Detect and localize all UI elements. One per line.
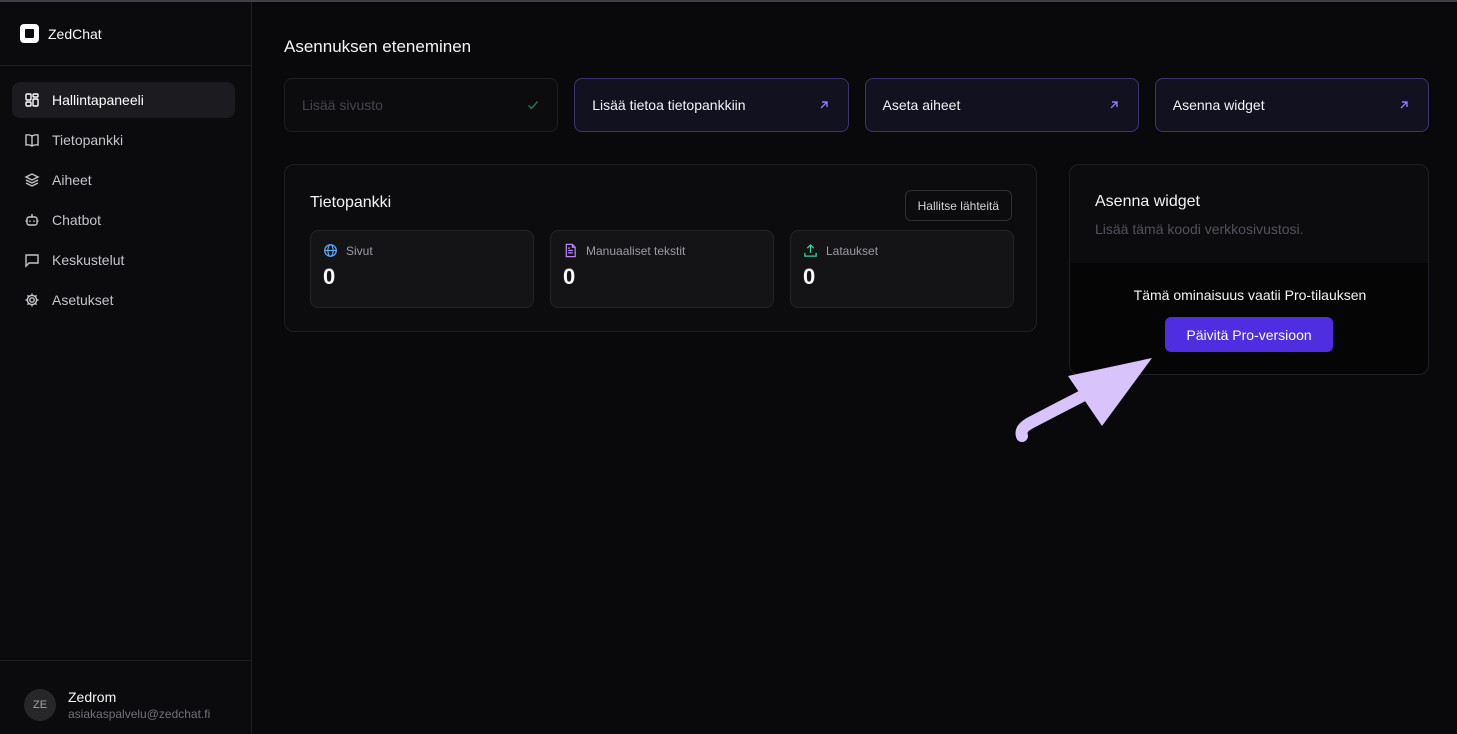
stat-card-uploads: Lataukset 0 <box>790 230 1014 308</box>
sidebar-item-label: Chatbot <box>52 212 102 228</box>
upgrade-pro-button[interactable]: Päivitä Pro-versioon <box>1165 317 1333 352</box>
step-label: Lisää sivusto <box>302 97 383 113</box>
step-add-knowledge[interactable]: Lisää tietoa tietopankkiin <box>574 78 849 132</box>
zedchat-logo-icon <box>20 24 39 43</box>
stat-card-pages: Sivut 0 <box>310 230 534 308</box>
check-icon <box>528 101 539 110</box>
widget-description: Lisää tämä koodi verkkosivustosi. <box>1095 221 1304 237</box>
bot-icon <box>25 214 39 226</box>
gear-icon <box>25 293 39 307</box>
stat-label: Sivut <box>346 243 373 258</box>
stat-card-manual-texts: Manuaaliset tekstit 0 <box>550 230 774 308</box>
stat-value: 0 <box>803 264 816 289</box>
stat-label: Manuaaliset tekstit <box>586 243 686 258</box>
stat-value: 0 <box>563 264 576 289</box>
step-label: Asenna widget <box>1172 97 1265 113</box>
sidebar-nav: Hallintapaneeli Tietopankki Aiheet Chatb… <box>12 82 235 322</box>
user-name: Zedrom <box>68 689 117 705</box>
stat-label: Lataukset <box>826 243 879 258</box>
brand[interactable]: ZedChat <box>20 24 102 43</box>
arrow-up-right-icon <box>1110 101 1118 109</box>
arrow-up-right-icon <box>820 101 828 109</box>
step-set-topics[interactable]: Aseta aiheet <box>864 78 1139 132</box>
message-icon <box>25 254 39 268</box>
user-profile[interactable]: ZE Zedrom asiakaspalvelu@zedchat.fi <box>24 688 210 722</box>
brand-name: ZedChat <box>48 25 102 42</box>
avatar: ZE <box>24 689 56 721</box>
sidebar-item-tietopankki[interactable]: Tietopankki <box>12 122 235 158</box>
widget-title: Asenna widget <box>1095 193 1200 210</box>
sidebar-item-chatbot[interactable]: Chatbot <box>12 202 235 238</box>
sidebar-item-aiheet[interactable]: Aiheet <box>12 162 235 198</box>
dashboard-icon <box>25 93 39 107</box>
setup-steps: Lisää sivusto Lisää tietoa tietopankkiin… <box>284 78 1429 132</box>
sidebar-footer-divider <box>0 660 251 661</box>
sidebar-item-label: Hallintapaneeli <box>52 92 144 108</box>
sidebar-item-label: Asetukset <box>52 292 114 308</box>
book-icon <box>25 134 39 147</box>
step-label: Lisää tietoa tietopankkiin <box>592 97 746 113</box>
page-title: Asennuksen eteneminen <box>284 37 472 56</box>
knowledge-stats: Sivut 0 Manuaaliset tekstit 0 Lataukset … <box>310 230 1014 308</box>
step-add-site: Lisää sivusto <box>284 78 559 132</box>
globe-icon <box>324 244 337 257</box>
upload-icon <box>804 243 817 257</box>
install-widget-card: Asenna widget Lisää tämä koodi verkkosiv… <box>1069 164 1429 375</box>
sidebar-item-keskustelut[interactable]: Keskustelut <box>12 242 235 278</box>
annotation-arrow-icon <box>1015 358 1152 442</box>
knowledge-base-title: Tietopankki <box>310 194 392 211</box>
sidebar-item-asetukset[interactable]: Asetukset <box>12 282 235 318</box>
layers-icon <box>24 173 40 187</box>
sidebar-divider <box>0 65 251 66</box>
manage-sources-button[interactable]: Hallitse lähteitä <box>904 190 1012 221</box>
sidebar-item-label: Keskustelut <box>52 252 125 268</box>
sidebar: ZedChat Hallintapaneeli Tietopankki Aihe… <box>0 2 252 734</box>
sidebar-item-label: Tietopankki <box>52 132 124 148</box>
stat-value: 0 <box>323 264 336 289</box>
sidebar-item-label: Aiheet <box>52 172 92 188</box>
step-label: Aseta aiheet <box>882 97 961 113</box>
sidebar-item-hallintapaneeli[interactable]: Hallintapaneeli <box>12 82 235 118</box>
pro-required-message: Tämä ominaisuus vaatii Pro-tilauksen <box>1133 287 1367 303</box>
document-icon <box>565 243 576 258</box>
knowledge-base-card: Tietopankki Hallitse lähteitä Sivut 0 Ma… <box>284 164 1037 332</box>
step-install-widget[interactable]: Asenna widget <box>1154 78 1429 132</box>
user-email: asiakaspalvelu@zedchat.fi <box>68 707 211 721</box>
arrow-up-right-icon <box>1400 101 1408 109</box>
